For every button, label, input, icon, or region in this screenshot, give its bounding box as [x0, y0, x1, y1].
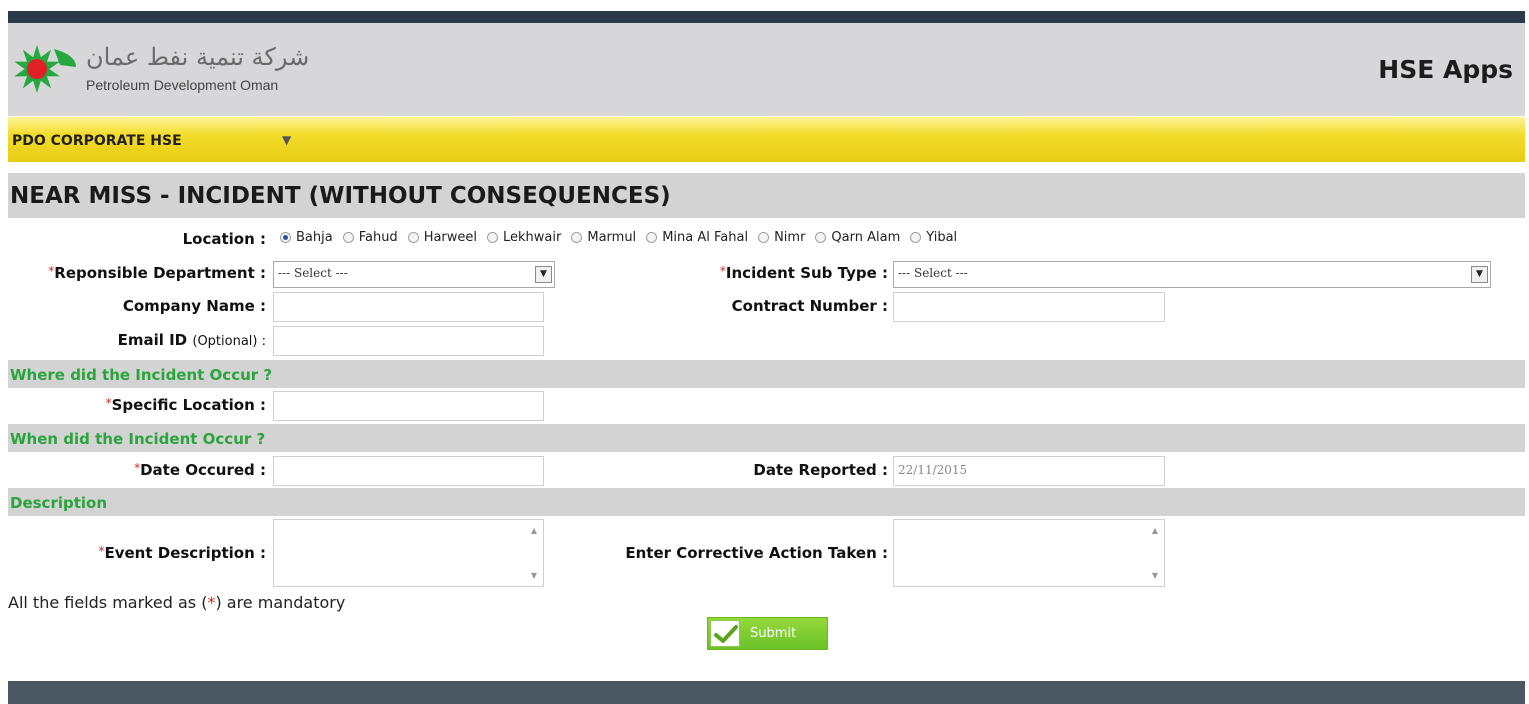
corrective-action-label: Enter Corrective Action Taken : — [625, 544, 888, 562]
site-footer — [8, 681, 1525, 704]
contract-number-input[interactable] — [893, 292, 1165, 322]
location-option-fahud[interactable]: Fahud — [342, 230, 398, 245]
page-title: NEAR MISS - INCIDENT (WITHOUT CONSEQUENC… — [10, 183, 671, 209]
checkmark-icon — [710, 620, 740, 647]
date-occured-input[interactable] — [273, 456, 544, 486]
event-description-textarea[interactable]: ▲ ▼ — [273, 519, 544, 587]
location-radio-group: Bahja Fahud Harweel Lekhwair Marmul Mina… — [280, 230, 957, 245]
date-occured-label: *Date Occured : — [134, 461, 266, 479]
responsible-department-label: *Reponsible Department : — [48, 264, 266, 282]
corrective-action-textarea[interactable]: ▲ ▼ — [893, 519, 1165, 587]
responsible-department-select[interactable]: --- Select --- ▼ — [273, 261, 555, 288]
event-description-label: *Event Description : — [98, 544, 266, 562]
location-option-nimr[interactable]: Nimr — [758, 230, 805, 245]
logo-arabic-text: شركة تنمية نفط عمان — [86, 43, 310, 71]
location-option-bahja[interactable]: Bahja — [280, 230, 333, 245]
radio-icon[interactable] — [758, 232, 770, 243]
radio-selected-icon[interactable] — [280, 232, 291, 243]
submit-button-label: Submit — [750, 626, 797, 641]
contract-number-label: Contract Number : — [731, 297, 888, 315]
nav-menu-corporate-hse[interactable]: PDO CORPORATE HSE — [12, 133, 182, 149]
site-header: شركة تنمية نفط عمان Petroleum Developmen… — [8, 23, 1525, 116]
select-arrow-icon[interactable]: ▼ — [535, 266, 552, 283]
section-description: Description — [8, 488, 1525, 516]
dropdown-arrow-icon[interactable]: ▼ — [282, 133, 291, 147]
submit-button[interactable]: Submit — [707, 617, 828, 650]
scroll-down-icon[interactable]: ▼ — [531, 571, 537, 580]
radio-icon[interactable] — [910, 232, 922, 243]
scroll-up-icon[interactable]: ▲ — [1152, 526, 1158, 535]
specific-location-input[interactable] — [273, 391, 544, 421]
radio-icon[interactable] — [407, 232, 419, 243]
pdo-logo-icon — [14, 45, 76, 93]
location-option-marmul[interactable]: Marmul — [571, 230, 636, 245]
radio-icon[interactable] — [487, 232, 499, 243]
top-dark-bar — [8, 11, 1525, 23]
location-option-yibal[interactable]: Yibal — [910, 230, 957, 245]
radio-icon[interactable] — [646, 232, 658, 243]
incident-sub-type-select[interactable]: --- Select --- ▼ — [893, 261, 1491, 288]
specific-location-label: *Specific Location : — [105, 396, 266, 414]
date-reported-input[interactable]: 22/11/2015 — [893, 456, 1165, 486]
radio-icon[interactable] — [571, 232, 583, 243]
section-description-heading: Description — [10, 494, 108, 512]
location-label: Location : — [182, 230, 266, 248]
mandatory-note: All the fields marked as (*) are mandato… — [8, 593, 346, 612]
radio-icon[interactable] — [342, 232, 354, 243]
section-where: Where did the Incident Occur ? — [8, 360, 1525, 388]
company-name-input[interactable] — [273, 292, 544, 322]
email-id-input[interactable] — [273, 326, 544, 356]
scroll-up-icon[interactable]: ▲ — [531, 526, 537, 535]
section-when: When did the Incident Occur ? — [8, 424, 1525, 452]
scroll-down-icon[interactable]: ▼ — [1152, 571, 1158, 580]
location-option-mina-al-fahal[interactable]: Mina Al Fahal — [646, 230, 748, 245]
location-option-harweel[interactable]: Harweel — [407, 230, 477, 245]
page-title-bar: NEAR MISS - INCIDENT (WITHOUT CONSEQUENC… — [8, 173, 1525, 218]
location-option-lekhwair[interactable]: Lekhwair — [487, 230, 561, 245]
app-title: HSE Apps — [1378, 55, 1513, 84]
radio-icon[interactable] — [815, 232, 827, 243]
company-name-label: Company Name : — [122, 297, 266, 315]
date-reported-label: Date Reported : — [753, 461, 888, 479]
section-when-heading: When did the Incident Occur ? — [10, 430, 266, 448]
location-option-qarn-alam[interactable]: Qarn Alam — [815, 230, 900, 245]
logo-english-text: Petroleum Development Oman — [86, 77, 279, 93]
incident-sub-type-label: *Incident Sub Type : — [719, 264, 888, 282]
section-where-heading: Where did the Incident Occur ? — [10, 366, 273, 384]
email-id-label: Email ID (Optional) : — [117, 331, 266, 349]
nav-bar: PDO CORPORATE HSE ▼ — [8, 116, 1525, 162]
select-arrow-icon[interactable]: ▼ — [1471, 266, 1488, 283]
